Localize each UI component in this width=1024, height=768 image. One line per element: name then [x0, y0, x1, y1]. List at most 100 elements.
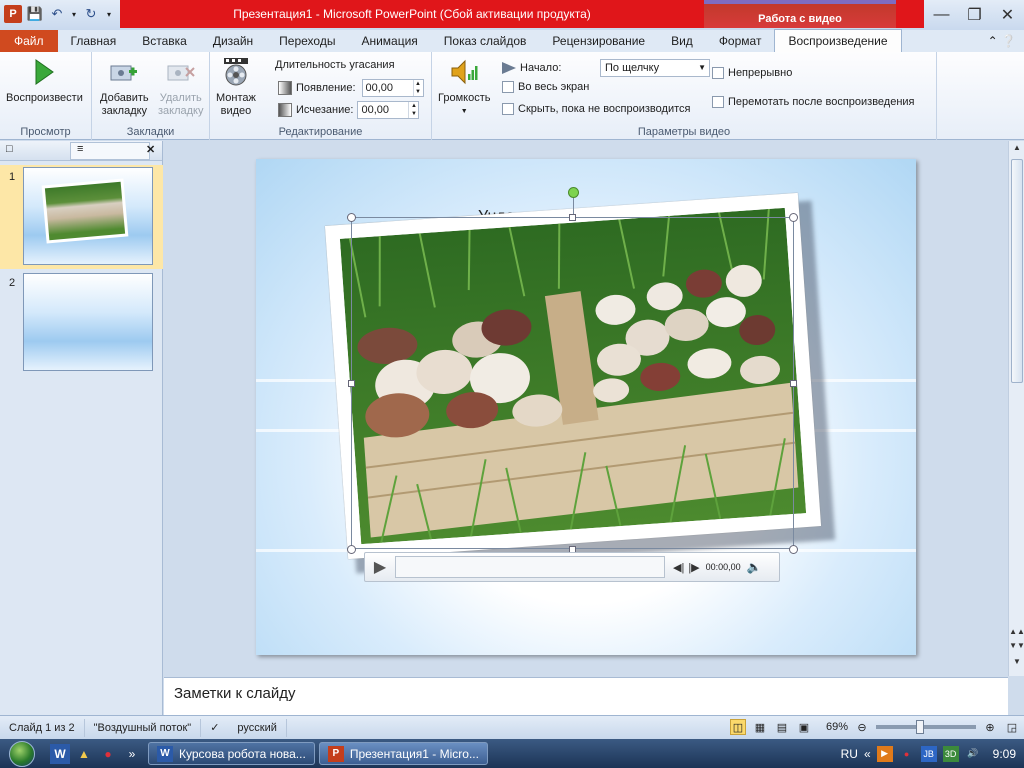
resize-handle-left[interactable] [348, 380, 355, 387]
player-play-icon[interactable]: ▶ [365, 553, 395, 581]
opera-tray-icon[interactable]: ● [899, 746, 915, 762]
language[interactable]: русский [228, 718, 287, 737]
zoom-slider[interactable] [876, 720, 976, 734]
volume-button[interactable]: Громкость ▼ [438, 56, 490, 118]
fullscreen-checkbox[interactable] [502, 81, 514, 93]
fade-out-spin-arrows[interactable]: ▲ ▼ [408, 102, 418, 118]
title-bar: P 💾 ↶ ▾ ↻ ▾ Презентация1 - Microsoft Pow… [0, 0, 1024, 30]
resize-handle-bottom-right[interactable] [789, 545, 798, 554]
outline-tab-icon[interactable]: ≡ [70, 142, 150, 160]
zoom-level[interactable]: 69% [826, 721, 848, 733]
resize-handle-top-left[interactable] [347, 213, 356, 222]
show-more-icon[interactable]: » [122, 744, 142, 764]
media-player-icon[interactable]: ▶ [876, 745, 893, 762]
tab-design[interactable]: Дизайн [200, 30, 266, 52]
minimize-icon[interactable]: — [925, 0, 958, 30]
add-bookmark-button[interactable]: Добавить закладку [100, 56, 149, 118]
help-icon[interactable]: ⌃ ❔ [988, 34, 1016, 48]
remove-bookmark-button[interactable]: Удалить закладку [158, 56, 204, 118]
rewind-row[interactable]: Перемотать после воспроизведения [712, 96, 915, 108]
fade-out-label: Исчезание: [296, 104, 354, 116]
player-volume-icon[interactable]: 🔈 [747, 560, 762, 574]
step-back-icon[interactable]: ◀| [673, 561, 684, 574]
taskbar-item-word[interactable]: W Курсова робота нова... [148, 742, 315, 765]
taskbar-item-powerpoint[interactable]: P Презентация1 - Micro... [318, 742, 488, 765]
video-selection-box[interactable] [351, 217, 794, 549]
add-bookmark-icon [108, 56, 140, 88]
input-language[interactable]: RU [841, 747, 858, 761]
start-select[interactable]: По щелчку ▼ [600, 59, 710, 77]
tray-expand-icon[interactable]: « [864, 747, 871, 761]
play-button[interactable]: Воспроизвести [6, 56, 83, 105]
save-icon[interactable]: 💾 [26, 5, 44, 23]
slide-canvas[interactable]: Ундес [256, 159, 916, 655]
tab-animations[interactable]: Анимация [348, 30, 430, 52]
spellcheck-icon[interactable]: ✓ [201, 719, 228, 737]
scroll-up-icon[interactable]: ▲ [1009, 143, 1024, 157]
fade-in-input[interactable]: 00,00 ▲ ▼ [361, 79, 424, 97]
slides-tab-icon[interactable]: □ [6, 143, 13, 155]
rotation-handle[interactable] [568, 187, 579, 198]
redo-icon[interactable]: ↻ [82, 5, 100, 23]
trim-video-button[interactable]: Монтаж видео [216, 56, 256, 118]
loop-row[interactable]: Непрерывно [712, 67, 792, 79]
previous-slide-icon[interactable]: ▲▲ [1009, 627, 1024, 641]
undo-dropdown-icon[interactable]: ▾ [70, 5, 78, 23]
tab-transitions[interactable]: Переходы [266, 30, 348, 52]
slideshow-view-icon[interactable]: ▣ [796, 719, 812, 735]
volume-label: Громкость [438, 92, 491, 104]
tab-insert[interactable]: Вставка [129, 30, 200, 52]
vertical-scrollbar[interactable]: ▲ ▲▲ ▼▼ ▼ [1008, 141, 1024, 676]
resize-handle-right[interactable] [790, 380, 797, 387]
slide-thumbnail-1[interactable]: 1 [0, 165, 163, 269]
fade-out-input[interactable]: 00,00 ▲ ▼ [357, 101, 420, 119]
drive-icon[interactable]: ▲ [74, 744, 94, 764]
resize-handle-bottom-left[interactable] [347, 545, 356, 554]
notes-placeholder: Заметки к слайду [174, 685, 296, 702]
opera-icon[interactable]: ● [98, 744, 118, 764]
tab-playback[interactable]: Воспроизведение [774, 29, 902, 52]
theme-name[interactable]: "Воздушный поток" [85, 718, 202, 737]
tab-slideshow[interactable]: Показ слайдов [431, 30, 540, 52]
task-label: Презентация1 - Micro... [349, 746, 479, 761]
scroll-down-icon[interactable]: ▼ [1009, 657, 1024, 671]
loop-checkbox[interactable] [712, 67, 724, 79]
tab-view[interactable]: Вид [658, 30, 706, 52]
powerpoint-app-icon[interactable]: P [4, 5, 22, 23]
slide-thumbnail-2[interactable]: 2 [0, 271, 163, 375]
resize-handle-top-right[interactable] [789, 213, 798, 222]
player-timeline[interactable] [395, 556, 665, 578]
reading-view-icon[interactable]: ▤ [774, 719, 790, 735]
fullscreen-row[interactable]: Во весь экран [502, 81, 589, 93]
start-button[interactable] [0, 739, 44, 768]
fit-to-window-icon[interactable]: ◲ [1004, 719, 1020, 735]
notes-pane[interactable]: Заметки к слайду [164, 677, 1008, 715]
zoom-out-icon[interactable]: ⊖ [854, 719, 870, 735]
rewind-checkbox[interactable] [712, 96, 724, 108]
antivirus-icon[interactable]: JB [920, 745, 937, 762]
word-icon[interactable]: W [50, 743, 70, 764]
tab-file[interactable]: Файл [0, 30, 58, 52]
close-icon[interactable]: ✕ [991, 0, 1024, 30]
customize-toolbar-icon[interactable]: ▾ [104, 5, 114, 23]
scrollbar-thumb[interactable] [1011, 159, 1023, 383]
hide-row[interactable]: Скрыть, пока не воспроизводится [502, 103, 690, 115]
tab-format[interactable]: Формат [706, 30, 775, 52]
volume-tray-icon[interactable]: 🔊 [965, 746, 981, 762]
tab-review[interactable]: Рецензирование [539, 30, 658, 52]
step-forward-icon[interactable]: |▶ [688, 561, 699, 574]
hide-checkbox[interactable] [502, 103, 514, 115]
undo-icon[interactable]: ↶ [48, 5, 66, 23]
normal-view-icon[interactable]: ◫ [729, 719, 746, 735]
slide-sorter-icon[interactable]: ▦ [752, 719, 768, 735]
zoom-slider-knob[interactable] [916, 720, 924, 734]
network-icon[interactable]: 3D [942, 745, 959, 762]
restore-icon[interactable]: ❐ [958, 0, 991, 30]
close-pane-icon[interactable]: ✕ [146, 143, 155, 156]
fade-in-spin-arrows[interactable]: ▲ ▼ [412, 80, 423, 96]
next-slide-icon[interactable]: ▼▼ [1009, 641, 1024, 655]
tab-home[interactable]: Главная [58, 30, 130, 52]
clock[interactable]: 9:09 [993, 747, 1016, 761]
zoom-in-icon[interactable]: ⊕ [982, 719, 998, 735]
resize-handle-top[interactable] [569, 214, 576, 221]
